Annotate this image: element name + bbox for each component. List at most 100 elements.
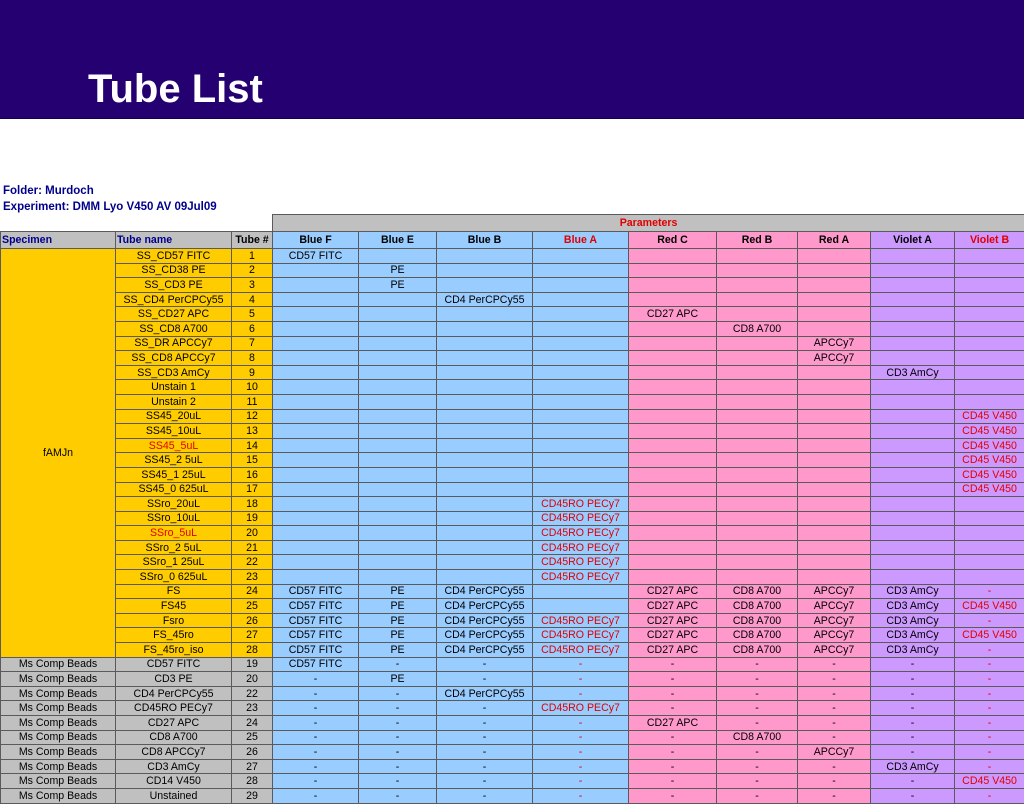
- param-cell-blue-e: [359, 292, 437, 307]
- param-cell-blue-b: [437, 380, 533, 395]
- param-cell-red-c: [629, 570, 717, 585]
- param-cell-red-a: [798, 511, 871, 526]
- param-cell-violet-a: -: [871, 686, 955, 701]
- param-cell-blue-a: [533, 321, 629, 336]
- param-cell-blue-e: -: [359, 788, 437, 803]
- param-cell-violet-a: -: [871, 716, 955, 731]
- param-cell-violet-b: -: [955, 759, 1024, 774]
- param-cell-red-c: -: [629, 701, 717, 716]
- param-cell-blue-b: -: [437, 657, 533, 672]
- param-cell-blue-f: -: [273, 774, 359, 789]
- param-cell-red-c: CD27 APC: [629, 599, 717, 614]
- param-cell-violet-b: [955, 336, 1024, 351]
- param-cell-red-a: [798, 453, 871, 468]
- param-cell-blue-a: [533, 365, 629, 380]
- param-cell-red-c: [629, 351, 717, 366]
- param-cell-red-b: [717, 307, 798, 322]
- tube-number-cell: 19: [232, 657, 273, 672]
- tube-number-cell: 21: [232, 540, 273, 555]
- param-cell-blue-f: CD57 FITC: [273, 599, 359, 614]
- table-row: SS45_20uL12CD45 V450: [1, 409, 1024, 424]
- param-cell-blue-a: -: [533, 686, 629, 701]
- col-header-red-b: Red B: [717, 232, 798, 249]
- specimen-cell: Ms Comp Beads: [1, 701, 116, 716]
- param-cell-blue-b: -: [437, 672, 533, 687]
- param-cell-red-a: [798, 497, 871, 512]
- param-cell-red-c: -: [629, 788, 717, 803]
- param-cell-violet-a: [871, 263, 955, 278]
- param-cell-violet-b: -: [955, 701, 1024, 716]
- param-cell-blue-a: [533, 424, 629, 439]
- table-row: SS45_5uL14CD45 V450: [1, 438, 1024, 453]
- param-cell-blue-a: CD45RO PECy7: [533, 570, 629, 585]
- param-cell-blue-f: CD57 FITC: [273, 249, 359, 264]
- col-header-specimen: Specimen: [1, 232, 116, 249]
- param-cell-blue-e: PE: [359, 263, 437, 278]
- tube-number-cell: 15: [232, 453, 273, 468]
- tube-name-cell: Unstain 1: [116, 380, 232, 395]
- tube-name-cell: CD14 V450: [116, 774, 232, 789]
- table-row: SS_DR APCCy77APCCy7: [1, 336, 1024, 351]
- param-cell-blue-a: CD45RO PECy7: [533, 511, 629, 526]
- param-cell-blue-a: CD45RO PECy7: [533, 701, 629, 716]
- param-cell-violet-a: [871, 511, 955, 526]
- param-cell-red-a: APCCy7: [798, 336, 871, 351]
- tube-name-cell: SSro_0 625uL: [116, 570, 232, 585]
- param-cell-red-b: [717, 365, 798, 380]
- param-cell-violet-b: CD45 V450: [955, 438, 1024, 453]
- tube-number-cell: 5: [232, 307, 273, 322]
- param-cell-blue-b: -: [437, 774, 533, 789]
- param-cell-blue-e: [359, 570, 437, 585]
- param-cell-violet-a: [871, 380, 955, 395]
- col-header-tube-number: Tube #: [232, 232, 273, 249]
- tube-number-cell: 13: [232, 424, 273, 439]
- param-cell-violet-b: -: [955, 613, 1024, 628]
- param-cell-blue-a: [533, 249, 629, 264]
- param-cell-blue-a: [533, 307, 629, 322]
- table-row: Ms Comp BeadsCD8 APCCy726------APCCy7--: [1, 745, 1024, 760]
- param-cell-blue-a: [533, 409, 629, 424]
- param-cell-violet-b: -: [955, 730, 1024, 745]
- param-cell-blue-b: -: [437, 730, 533, 745]
- param-cell-blue-f: [273, 351, 359, 366]
- specimen-cell: Ms Comp Beads: [1, 759, 116, 774]
- tube-number-cell: 26: [232, 745, 273, 760]
- param-cell-violet-a: [871, 351, 955, 366]
- param-cell-blue-b: [437, 482, 533, 497]
- param-cell-blue-a: -: [533, 730, 629, 745]
- param-cell-blue-f: [273, 336, 359, 351]
- table-row: SSro_5uL20CD45RO PECy7: [1, 526, 1024, 541]
- param-cell-blue-e: -: [359, 716, 437, 731]
- param-cell-violet-a: [871, 438, 955, 453]
- param-cell-red-a: APCCy7: [798, 643, 871, 658]
- param-cell-blue-e: [359, 307, 437, 322]
- param-cell-red-c: [629, 292, 717, 307]
- param-cell-blue-b: CD4 PerCPCy55: [437, 584, 533, 599]
- tube-name-cell: FS45: [116, 599, 232, 614]
- param-cell-red-a: [798, 540, 871, 555]
- param-cell-red-a: [798, 438, 871, 453]
- param-cell-red-b: CD8 A700: [717, 730, 798, 745]
- param-cell-violet-b: [955, 380, 1024, 395]
- param-cell-red-b: CD8 A700: [717, 628, 798, 643]
- param-cell-blue-e: PE: [359, 584, 437, 599]
- col-header-blue-e: Blue E: [359, 232, 437, 249]
- param-cell-red-b: CD8 A700: [717, 643, 798, 658]
- tube-number-cell: 7: [232, 336, 273, 351]
- param-cell-blue-f: [273, 263, 359, 278]
- param-cell-blue-b: [437, 351, 533, 366]
- param-cell-blue-e: -: [359, 686, 437, 701]
- param-cell-violet-a: CD3 AmCy: [871, 365, 955, 380]
- table-row: Ms Comp BeadsCD3 AmCy27-------CD3 AmCy-: [1, 759, 1024, 774]
- col-header-blue-b: Blue B: [437, 232, 533, 249]
- param-cell-red-a: [798, 482, 871, 497]
- tube-name-cell: Unstain 2: [116, 394, 232, 409]
- param-cell-violet-a: [871, 292, 955, 307]
- tube-number-cell: 10: [232, 380, 273, 395]
- param-cell-red-a: [798, 555, 871, 570]
- param-cell-blue-b: -: [437, 716, 533, 731]
- param-cell-blue-f: -: [273, 788, 359, 803]
- param-cell-violet-b: -: [955, 788, 1024, 803]
- param-cell-red-a: -: [798, 686, 871, 701]
- param-cell-red-c: [629, 540, 717, 555]
